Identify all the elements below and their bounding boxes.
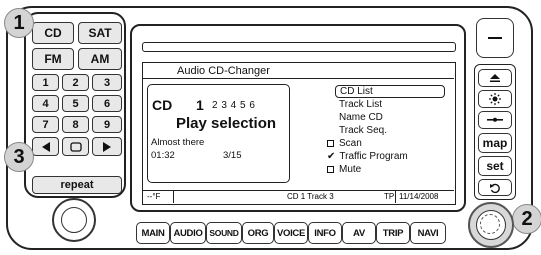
checkmark-icon: ✔ [327,151,336,162]
menu-item-label: Traffic Program [339,151,408,162]
preset-9-button[interactable]: 9 [92,116,122,133]
checkbox-off-icon [327,139,334,147]
checkbox-off-icon [327,165,334,173]
preset-7-button[interactable]: 7 [32,116,59,133]
tuning-knob[interactable] [468,202,514,248]
repeat-button[interactable]: repeat [32,176,122,194]
menu-item-traffic-program[interactable]: ✔ Traffic Program [327,151,408,162]
menu-item-label: Scan [339,138,362,149]
triangle-left-icon [41,141,50,152]
callout-3: 3 [4,142,34,172]
source-label: CD [152,97,173,113]
display-title: Audio CD-Changer [177,64,270,77]
menu-item-track-list[interactable]: Track List [339,99,382,110]
status-divider [173,191,174,203]
brightness-button[interactable] [478,90,512,108]
menu-item-label: Track Seq. [339,125,387,136]
menu-item-cd-list[interactable]: CD List [335,85,445,98]
map-button[interactable]: map [478,133,512,153]
menu-item-name-cd[interactable]: Name CD [339,112,383,123]
status-date: 11/14/2008 [399,192,439,201]
set-button[interactable]: set [478,156,512,176]
av-button[interactable]: AV [342,222,376,244]
track-count: 3/15 [223,150,242,161]
dash-icon [488,37,502,39]
tuning-knob-cap [476,210,506,240]
sat-source-button[interactable]: SAT [78,22,122,44]
org-button[interactable]: ORG [242,222,274,244]
trip-button[interactable]: TRIP [376,222,410,244]
night-mode-button[interactable] [478,111,512,129]
status-bar: --°F CD 1 Track 3 TP 11/14/2008 [143,190,454,203]
tuning-knob-ring [480,214,500,234]
dash-dot-icon [487,117,503,122]
eject-panel-button[interactable] [476,18,514,58]
elapsed-time: 01:32 [151,150,175,161]
rounded-square-icon [69,141,82,152]
audio-button[interactable]: AUDIO [170,222,206,244]
menu-item-label: Name CD [339,112,383,123]
callout-2: 2 [512,204,541,234]
menu-item-scan[interactable]: Scan [327,138,362,149]
preset-4-button[interactable]: 4 [32,95,59,112]
main-button[interactable]: MAIN [136,222,170,244]
navi-button[interactable]: NAVI [410,222,446,244]
cd-slot [142,42,456,52]
track-name: Almost there [151,137,205,148]
triangle-right-icon [103,141,111,152]
volume-knob[interactable] [52,198,96,242]
menu-item-label: CD List [340,86,373,97]
sun-icon [489,93,501,105]
skip-forward-button[interactable] [92,137,122,156]
tp-indicator: TP [384,192,395,201]
preset-keypad: CD SAT FM AM 1 2 3 4 5 6 7 8 9 repeat [24,12,126,198]
function-button-row: MAIN AUDIO SOUND ORG VOICE INFO AV TRIP … [136,222,446,246]
play-selection-heading: Play selection [176,115,277,132]
preset-5-button[interactable]: 5 [62,95,89,112]
preset-1-button[interactable]: 1 [32,74,59,91]
disc-list: 2 3 4 5 6 [212,100,255,111]
voice-button[interactable]: VOICE [274,222,308,244]
back-arrow-icon [490,183,500,193]
outside-temperature: --°F [147,192,161,201]
display-title-bar: Audio CD-Changer [143,63,454,79]
skip-back-button[interactable] [32,137,59,156]
preset-2-button[interactable]: 2 [62,74,89,91]
selected-disc: 1 [196,97,204,113]
info-button[interactable]: INFO [308,222,342,244]
head-unit: CD SAT FM AM 1 2 3 4 5 6 7 8 9 repeat 1 … [0,0,541,255]
eject-icon [490,74,500,82]
back-button[interactable] [478,179,512,196]
eject-button[interactable] [478,69,512,87]
am-source-button[interactable]: AM [78,48,122,70]
menu-item-label: Track List [339,99,382,110]
display-screen: Audio CD-Changer CD 1 2 3 4 5 6 Play sel… [142,62,456,205]
center-button[interactable] [62,137,89,156]
volume-knob-cap [61,207,87,233]
preset-3-button[interactable]: 3 [92,74,122,91]
now-playing-panel: CD 1 2 3 4 5 6 Play selection Almost the… [147,84,290,183]
sound-button[interactable]: SOUND [206,222,242,244]
menu-item-label: Mute [339,164,362,175]
menu-item-track-seq[interactable]: Track Seq. [339,125,387,136]
cd-source-button[interactable]: CD [32,22,74,44]
callout-1: 1 [4,8,34,38]
preset-8-button[interactable]: 8 [62,116,89,133]
status-divider [395,191,396,203]
status-track: CD 1 Track 3 [287,192,334,201]
fm-source-button[interactable]: FM [32,48,74,70]
menu-item-mute[interactable]: Mute [327,164,361,175]
preset-6-button[interactable]: 6 [92,95,122,112]
